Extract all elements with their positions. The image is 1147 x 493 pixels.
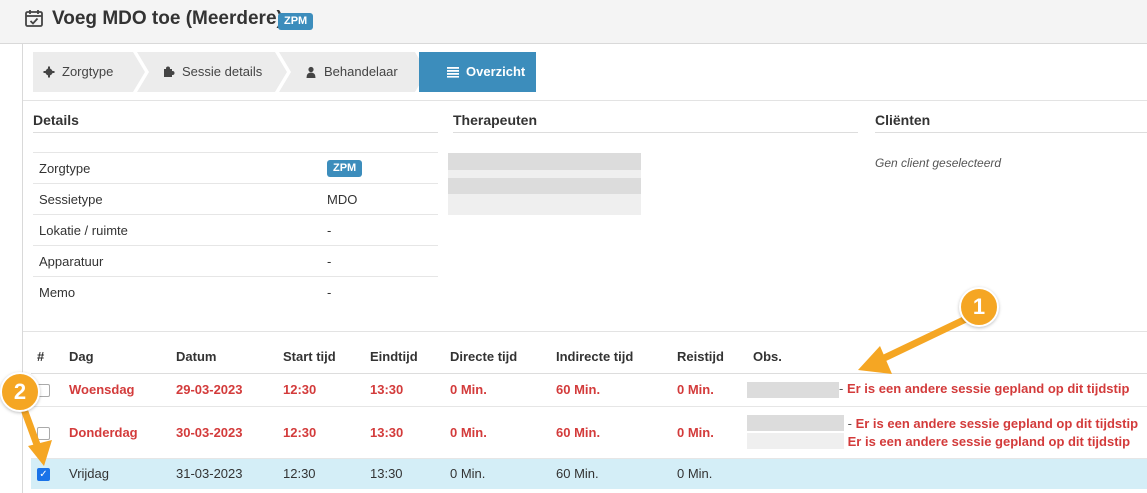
cell-start: 12:30 [277,372,364,406]
detail-row: Apparatuur - [33,245,438,277]
row-checkbox[interactable] [37,426,50,440]
wizard-step-label: Sessie details [182,64,263,79]
puzzle-icon [163,66,175,78]
wizard-step-label: Zorgtype [62,64,114,79]
col-header: Eindtijd [364,341,444,374]
col-header: Indirecte tijd [550,341,671,374]
cell-start: 12:30 [277,405,364,458]
therapists-heading: Therapeuten [453,112,858,133]
row-checkbox-checked[interactable]: ✓ [37,468,50,482]
cell-direct: 0 Min. [444,405,550,458]
cell-obs: - Er is een andere sessie gepland op dit… [747,372,1147,406]
cell-start: 12:30 [277,457,364,489]
redacted-therapist [448,153,641,170]
cell-indirect: 60 Min. [550,457,671,489]
detail-label: Memo [33,276,321,308]
cell-day: Vrijdag [63,457,170,489]
table-row[interactable]: Donderdag 30-03-2023 12:30 13:30 0 Min. … [31,405,1147,458]
cell-direct: 0 Min. [444,457,550,489]
conflict-message: - Er is een andere sessie gepland op dit… [839,381,1130,397]
page-title: Voeg MDO toe (Meerdere) [52,8,283,29]
divider [23,100,1147,101]
detail-value: ZPM [321,152,438,184]
row-select[interactable] [31,405,63,458]
conflict-message: - Er is een andere sessie gepland op dit… [844,415,1139,431]
cell-end: 13:30 [364,457,444,489]
col-header: Start tijd [277,341,364,374]
divider [23,331,1147,332]
detail-row: Sessietype MDO [33,183,438,215]
cell-obs: - Er is een andere sessie gepland op dit… [747,405,1147,458]
annotation-marker-2: 2 [0,372,40,412]
row-select[interactable]: ✓ [31,457,63,489]
cell-direct: 0 Min. [444,372,550,406]
redacted-name [747,381,839,398]
list-icon [447,67,459,78]
cell-day: Donderdag [63,405,170,458]
cell-date: 29-03-2023 [170,372,277,406]
cell-travel: 0 Min. [671,457,747,489]
detail-value: - [321,276,438,308]
redacted-name [747,415,844,431]
col-header: Directe tijd [444,341,550,374]
details-heading: Details [33,112,438,133]
cell-travel: 0 Min. [671,372,747,406]
col-header: Dag [63,341,170,374]
detail-label: Sessietype [33,183,321,215]
cell-end: 13:30 [364,405,444,458]
cell-obs [747,457,1147,489]
details-table: Zorgtype ZPM Sessietype MDO Lokatie / ru… [33,152,438,308]
cell-travel: 0 Min. [671,405,747,458]
wizard-step-label: Behandelaar [324,64,398,79]
clients-heading: Cliënten [875,112,1147,133]
detail-label: Zorgtype [33,152,321,184]
detail-label: Apparatuur [33,245,321,277]
col-header: # [31,341,63,374]
redacted-therapist [448,178,641,194]
wizard-step-behandelaar[interactable]: Behandelaar [279,52,427,92]
wizard-panel: Zorgtype Sessie details Behandelaar Over… [22,44,1147,493]
detail-label: Lokatie / ruimte [33,214,321,246]
redacted-therapist [448,194,641,215]
sessions-header: # Dag Datum Start tijd Eindtijd Directe … [31,341,1147,374]
cell-date: 31-03-2023 [170,457,277,489]
detail-value: - [321,245,438,277]
page-header: Voeg MDO toe (Meerdere) ZPM [0,0,1147,44]
cell-day: Woensdag [63,372,170,406]
cell-indirect: 60 Min. [550,405,671,458]
user-icon [305,66,317,78]
col-header: Obs. [747,341,1147,374]
table-row[interactable]: ✓ Vrijdag 31-03-2023 12:30 13:30 0 Min. … [31,457,1147,489]
wizard-steps: Zorgtype Sessie details Behandelaar Over… [33,52,553,92]
detail-value: - [321,214,438,246]
zorgtype-badge: ZPM [278,13,314,30]
annotation-marker-1: 1 [959,287,999,327]
detail-row: Zorgtype ZPM [33,152,438,184]
col-header: Reistijd [671,341,747,374]
wizard-step-zorgtype[interactable]: Zorgtype [33,52,145,92]
conflict-message: Er is een andere sessie gepland op dit t… [847,433,1131,449]
table-row[interactable]: Woensdag 29-03-2023 12:30 13:30 0 Min. 6… [31,372,1147,406]
wizard-step-sessie-details[interactable]: Sessie details [137,52,287,92]
wizard-step-label: Overzicht [466,64,526,79]
detail-row: Memo - [33,276,438,308]
redacted-name [747,433,844,449]
col-header: Datum [170,341,277,374]
detail-row: Lokatie / ruimte - [33,214,438,246]
detail-value: MDO [321,183,438,215]
no-client-message: Gen client geselecteerd [875,156,1002,170]
wizard-step-overzicht[interactable]: Overzicht [419,52,536,92]
zorgtype-badge: ZPM [327,160,363,177]
calendar-check-icon [25,10,43,27]
redacted-therapist [448,170,641,178]
cell-indirect: 60 Min. [550,372,671,406]
cell-end: 13:30 [364,372,444,406]
gear-icon [43,66,55,78]
cell-date: 30-03-2023 [170,405,277,458]
sessions-table: # Dag Datum Start tijd Eindtijd Directe … [31,341,1147,489]
